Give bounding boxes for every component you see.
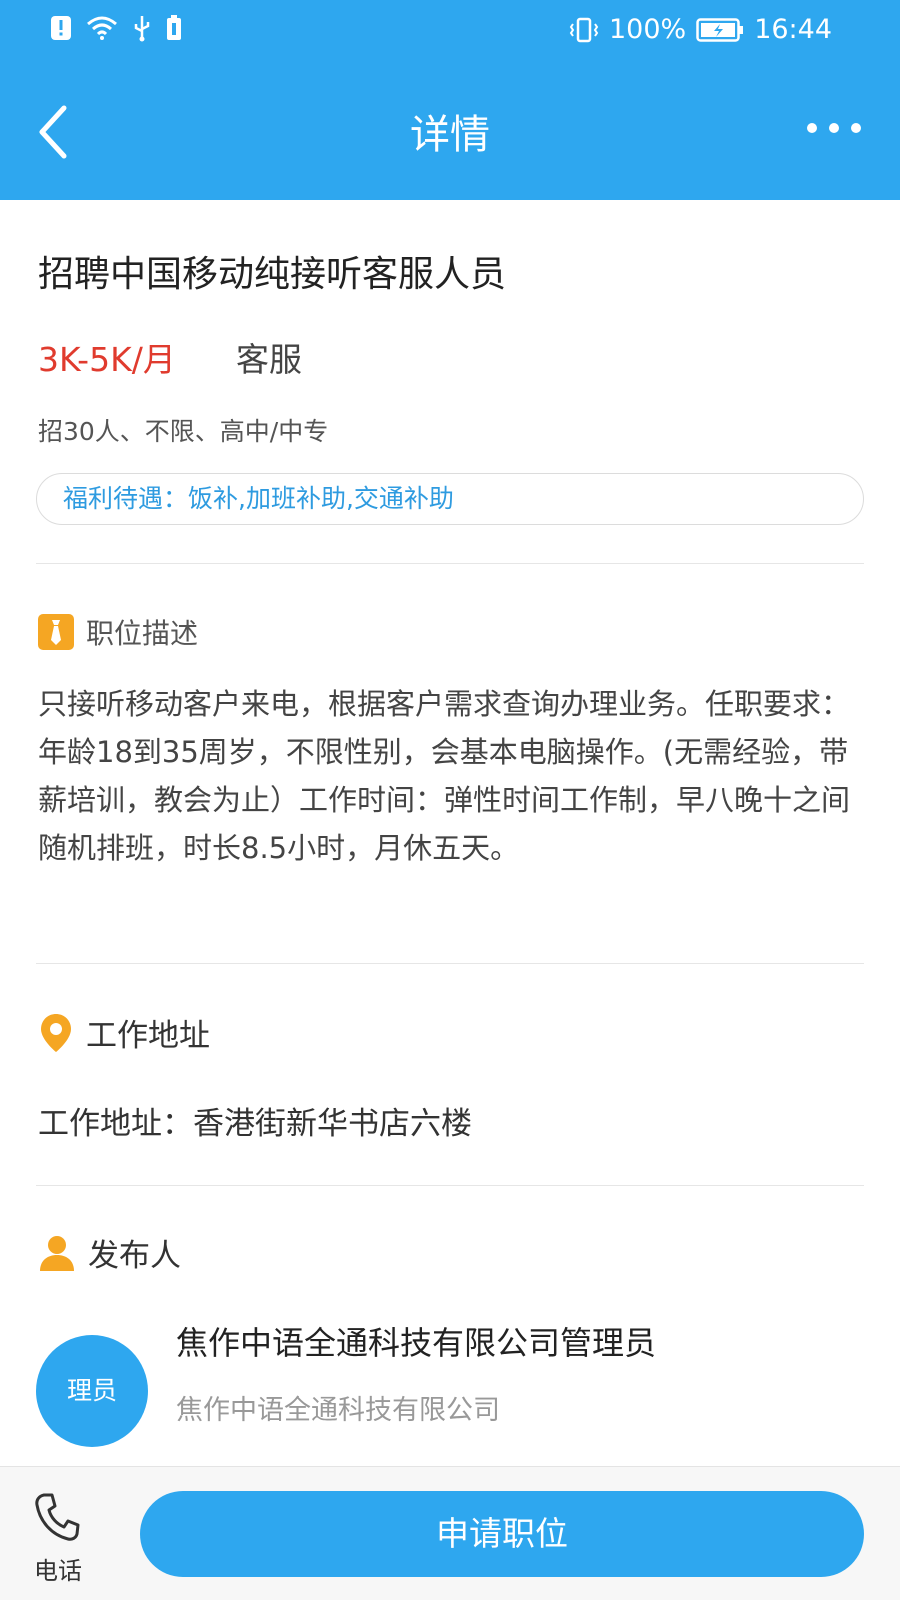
- bottom-action-bar: 电话 申请职位: [0, 1466, 900, 1600]
- notification-alert-icon: [51, 16, 71, 40]
- status-right-info: 100% 16:44: [569, 14, 832, 45]
- job-category: 客服: [236, 340, 302, 379]
- job-title: 招聘中国移动纯接听客服人员: [38, 254, 507, 295]
- publisher-title: 发布人: [88, 1238, 181, 1274]
- status-left-icons: [50, 14, 182, 42]
- description-text: 只接听移动客户来电，根据客户需求查询办理业务。任职要求：年龄18到35周岁，不限…: [38, 687, 851, 865]
- description-header: 职位描述: [38, 612, 198, 652]
- job-salary: 3K-5K/月: [38, 340, 176, 379]
- description-title: 职位描述: [86, 617, 199, 650]
- publisher-name: 焦作中语全通科技有限公司管理员: [176, 1324, 657, 1362]
- wifi-icon: [87, 16, 117, 40]
- nav-bar: 详情: [0, 62, 900, 200]
- battery-small-icon: [167, 15, 181, 40]
- more-options-button[interactable]: [804, 116, 864, 140]
- address-text: 工作地址：香港街新华书店六楼: [38, 1106, 472, 1142]
- battery-charging-icon: [696, 17, 744, 42]
- job-requirements: 招30人、不限、高中/中专: [38, 417, 329, 446]
- more-dots-icon: [807, 123, 861, 133]
- apply-job-button[interactable]: 申请职位: [140, 1491, 864, 1577]
- location-pin-icon: [41, 1013, 71, 1052]
- publisher-company: 焦作中语全通科技有限公司: [176, 1395, 500, 1426]
- divider: [36, 963, 864, 964]
- status-bar: 100% 16:44: [0, 0, 900, 62]
- avatar[interactable]: 理员: [36, 1335, 148, 1447]
- usb-icon: [134, 16, 150, 42]
- page-title: 详情: [410, 112, 490, 158]
- divider: [36, 1185, 864, 1186]
- battery-percent: 100%: [608, 14, 687, 45]
- address-title: 工作地址: [86, 1018, 210, 1054]
- tie-icon: [38, 614, 74, 650]
- status-time: 16:44: [754, 14, 832, 45]
- publisher-header: 发布人: [38, 1230, 181, 1275]
- welfare-tag: 福利待遇：饭补,加班补助,交通补助: [36, 473, 864, 525]
- phone-label: 电话: [34, 1557, 82, 1585]
- address-header: 工作地址: [38, 1010, 210, 1055]
- vibrate-icon: [569, 17, 599, 42]
- person-icon: [40, 1235, 74, 1271]
- phone-icon: [35, 1493, 80, 1541]
- phone-button[interactable]: 电话: [22, 1487, 94, 1587]
- divider: [36, 563, 864, 564]
